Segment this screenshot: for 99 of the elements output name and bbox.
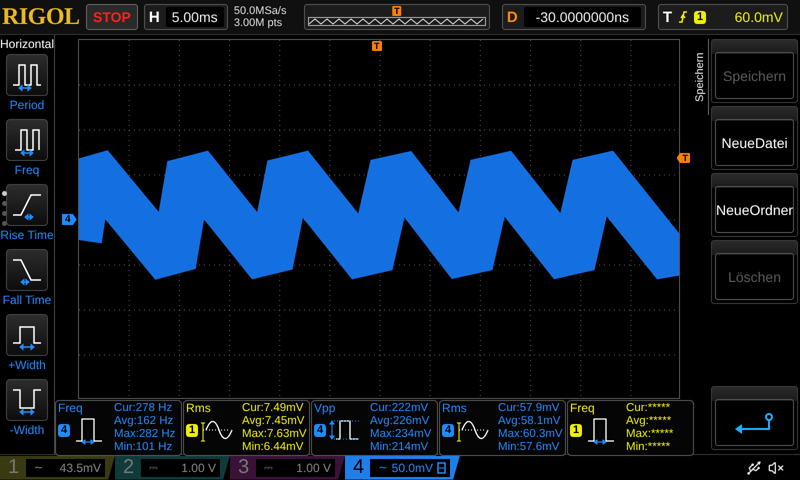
period-icon <box>6 54 48 96</box>
measurement-value: Avg:***** <box>626 415 672 428</box>
coupling-symbol: ~ <box>377 461 388 474</box>
rising-edge-icon <box>678 10 688 24</box>
measurement-value: Max:234mV <box>370 428 432 441</box>
measurement-name: Vpp <box>314 402 336 415</box>
measurement-value: Avg:7.45mV <box>242 415 306 428</box>
fall-time-icon <box>6 249 48 291</box>
measurement-name: Freq <box>58 402 84 415</box>
measurement-panel[interactable]: Freq 4 Cur:278 Hz Avg:162 Hz Max:282 Hz Min:101 Hz <box>55 400 182 456</box>
frequency-icon <box>6 119 48 161</box>
measurement-value: Avg:58.1mV <box>498 415 562 428</box>
measure-menu-label: Fall Time <box>2 293 52 307</box>
measurement-value: Cur:278 Hz <box>114 402 174 415</box>
softkey-button[interactable]: NeueDatei <box>711 106 798 170</box>
menu-title: Horizontal <box>0 37 54 51</box>
timebase-value: 5.00ms <box>166 7 224 27</box>
measurement-value: Max:7.63mV <box>242 428 307 441</box>
measurement-value: Cur:***** <box>626 402 672 415</box>
channel-tab[interactable]: 3 ⎓ 1.00 V <box>230 456 345 480</box>
measurement-value: Min:6.44mV <box>242 441 304 454</box>
coupling-symbol: ~ <box>33 461 44 474</box>
coupling-symbol: ⎓ <box>263 461 273 474</box>
channel-scale: 1.00 V <box>296 460 331 474</box>
channel-scale: 50.0mV <box>392 460 433 474</box>
measure-menu-label: +Width <box>8 358 46 372</box>
measurement-panel[interactable]: Freq 1 Cur:***** Avg:***** Max:***** Min:***** <box>567 400 694 456</box>
measurement-panel[interactable]: Rms 4 Cur:57.9mV Avg:58.1mV Max:60.3mV Min:57.6mV <box>439 400 566 456</box>
timebase-box[interactable]: H 5.00ms <box>144 4 228 30</box>
channel-tab[interactable]: 2 ⎓ 1.00 V <box>115 456 230 480</box>
measure-menu-item[interactable]: Period <box>6 54 48 119</box>
measure-menu-item[interactable]: Fall Time <box>2 249 52 314</box>
page-dot[interactable] <box>2 191 7 196</box>
measure-menu-item[interactable]: Freq <box>6 119 48 184</box>
mute-icon <box>768 460 784 476</box>
channel-badge: 1 <box>186 424 198 436</box>
measurement-name: Rms <box>186 402 212 415</box>
coupling-symbol: ⎓ <box>148 461 158 474</box>
measurement-value: Cur:7.49mV <box>242 402 304 415</box>
measure-menu-label: -Width <box>10 423 44 437</box>
negative-width-icon <box>6 379 48 421</box>
delay-box[interactable]: D -30.0000000ns <box>502 4 646 30</box>
measure-menu-item[interactable]: -Width <box>6 379 48 444</box>
trigger-box[interactable]: T 1 60.0mV <box>658 4 788 30</box>
usb-icon <box>746 460 762 476</box>
channel-badge: 4 <box>314 424 326 436</box>
trigger-source-badge: 1 <box>694 10 706 24</box>
positive-width-icon <box>6 314 48 356</box>
measurement-value: Min:***** <box>626 441 672 454</box>
softkey-button[interactable]: NeueOrdner <box>711 173 798 237</box>
measurement-value: Cur:57.9mV <box>498 402 560 415</box>
measurement-value: Min:57.6mV <box>498 441 560 454</box>
brand-logo: RIGOL <box>2 4 80 30</box>
measurement-value: Max:60.3mV <box>498 428 563 441</box>
timebase-label: H <box>148 8 160 26</box>
trigger-position-marker: T <box>392 6 402 16</box>
channel-number: 2 <box>123 456 136 479</box>
measurement-value: Avg:226mV <box>370 415 430 428</box>
measure-menu-label: Rise Time <box>0 228 54 242</box>
delay-label: D <box>506 8 518 26</box>
measure-menu-item[interactable]: Rise Time <box>0 184 54 249</box>
channel-scale: 43.5mV <box>60 460 101 474</box>
measurement-value: Avg:162 Hz <box>114 415 174 428</box>
trigger-label: T <box>662 8 672 26</box>
return-button[interactable] <box>711 386 798 450</box>
page-dot[interactable] <box>2 221 7 226</box>
sample-rate: 50.0MSa/s <box>234 5 288 17</box>
channel-badge: 1 <box>570 424 582 436</box>
measurement-panel[interactable]: Vpp 4 Cur:222mV Avg:226mV Max:234mV Min:214mV <box>311 400 438 456</box>
rise-time-icon <box>6 184 48 226</box>
measurement-value: Min:101 Hz <box>114 441 174 454</box>
run-state-indicator[interactable]: STOP <box>86 4 138 30</box>
delay-value: -30.0000000ns <box>524 7 641 27</box>
menu-tab[interactable]: Speichern <box>694 39 710 115</box>
trigger-level-marker: T <box>676 153 690 163</box>
measurement-name: Freq <box>570 402 596 415</box>
channel-number: 3 <box>238 456 250 479</box>
measure-menu-item[interactable]: +Width <box>6 314 48 379</box>
channel-badge: 4 <box>442 424 454 436</box>
memory-depth: 3.00M pts <box>234 17 284 29</box>
measurement-value: Cur:222mV <box>370 402 430 415</box>
trigger-position-marker: T <box>372 41 382 51</box>
channel-number: 4 <box>353 456 366 479</box>
page-dot[interactable] <box>2 211 7 216</box>
channel-tab[interactable]: 4 ~ 50.0mV <box>345 456 460 480</box>
channel-number: 1 <box>8 456 20 479</box>
measurement-panel[interactable]: Rms 1 Cur:7.49mV Avg:7.45mV Max:7.63mV Min:6.44mV <box>183 400 310 456</box>
channel-badge: 4 <box>58 424 70 436</box>
channel-tab[interactable]: 1 ~ 43.5mV <box>0 456 115 480</box>
measurement-value: Max:***** <box>626 428 674 441</box>
measure-menu-label: Period <box>10 98 44 112</box>
channel-offset-marker: 4 <box>62 214 77 225</box>
page-dot[interactable] <box>2 201 7 206</box>
trigger-level-value: 60.0mV <box>734 9 783 25</box>
measure-menu-label: Freq <box>14 163 40 177</box>
measurement-value: Min:214mV <box>370 441 430 454</box>
channel-scale: 1.00 V <box>181 460 216 474</box>
measurement-name: Rms <box>442 402 468 415</box>
measurement-value: Max:282 Hz <box>114 428 176 441</box>
